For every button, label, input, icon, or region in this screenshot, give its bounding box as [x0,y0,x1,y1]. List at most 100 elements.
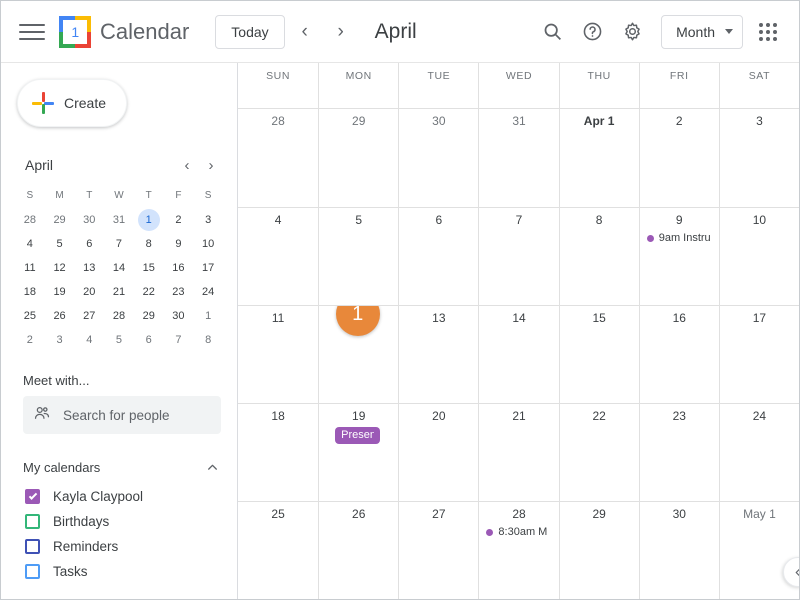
help-icon[interactable] [575,15,609,49]
day-cell[interactable]: 28 [238,109,318,207]
mini-calendar-day[interactable]: 19 [45,281,75,303]
mini-calendar-day[interactable]: 5 [45,233,75,255]
mini-calendar-day[interactable]: 12 [45,257,75,279]
day-cell[interactable]: 13 [398,306,478,403]
search-for-people-field[interactable] [23,396,221,434]
mini-calendar-day[interactable]: 1 [193,305,223,327]
mini-calendar-day[interactable]: 2 [164,209,194,231]
mini-calendar-day[interactable]: 6 [74,233,104,255]
day-cell[interactable]: 14 [478,306,558,403]
previous-period-button[interactable]: ‹ [289,16,321,48]
day-cell[interactable]: 21 [478,404,558,501]
next-period-button[interactable]: › [325,16,357,48]
mini-calendar-day[interactable]: 16 [164,257,194,279]
day-cell[interactable]: 18 [238,404,318,501]
google-calendar-logo[interactable]: 1 [59,15,91,48]
calendar-checkbox[interactable] [25,539,40,554]
mini-calendar-day[interactable]: 4 [74,329,104,351]
mini-calendar-day[interactable]: 23 [164,281,194,303]
day-cell[interactable]: 25 [238,502,318,599]
day-cell[interactable]: 4 [238,208,318,305]
mini-calendar-day[interactable]: 30 [74,209,104,231]
mini-calendar-day[interactable]: 6 [134,329,164,351]
mini-calendar-day[interactable]: 21 [104,281,134,303]
day-cell[interactable]: 29 [558,502,639,599]
mini-calendar-day[interactable]: 8 [193,329,223,351]
day-cell[interactable]: 31 [478,109,558,207]
view-select[interactable]: Month [661,14,743,49]
mini-calendar-day[interactable]: 3 [45,329,75,351]
calendar-list-item[interactable]: Tasks [1,559,237,584]
mini-calendar-day[interactable]: 15 [134,257,164,279]
day-cell[interactable]: 10 [718,208,799,305]
day-cell[interactable]: 23 [638,404,719,501]
mini-calendar-day[interactable]: 2 [15,329,45,351]
day-cell[interactable]: 20 [398,404,478,501]
my-calendars-header[interactable]: My calendars [23,456,223,478]
calendar-checkbox[interactable] [25,564,40,579]
mini-calendar-day[interactable]: 31 [104,209,134,231]
day-cell[interactable]: 9 9am Instru [638,208,719,305]
mini-calendar-day[interactable]: 4 [15,233,45,255]
mini-calendar-day[interactable]: 29 [45,209,75,231]
mini-calendar-day[interactable]: 28 [104,305,134,327]
mini-calendar-day[interactable]: 7 [104,233,134,255]
search-for-people-input[interactable] [61,406,211,424]
mini-calendar-day[interactable]: 22 [134,281,164,303]
mini-calendar-day[interactable]: 28 [15,209,45,231]
mini-calendar-day[interactable]: 8 [134,233,164,255]
day-cell[interactable]: 29 [318,109,398,207]
calendar-event[interactable]: 9am Instru [646,231,713,246]
day-cell[interactable]: 6 [398,208,478,305]
mini-calendar-day[interactable]: 17 [193,257,223,279]
mini-calendar-day[interactable]: 7 [164,329,194,351]
apps-grid-icon[interactable] [751,15,785,49]
day-cell[interactable]: 12 1 [318,306,398,403]
mini-calendar-day[interactable]: 14 [104,257,134,279]
mini-calendar-day[interactable]: 26 [45,305,75,327]
day-cell[interactable]: Apr 1 [558,109,639,207]
mini-calendar-day[interactable]: 27 [74,305,104,327]
mini-calendar-day[interactable]: 9 [164,233,194,255]
calendar-checkbox[interactable] [25,514,40,529]
day-cell[interactable]: 30 [398,109,478,207]
day-cell[interactable]: 3 [718,109,799,207]
gear-icon[interactable] [615,15,649,49]
mini-calendar-day[interactable]: 1 [137,209,160,231]
create-button[interactable]: Create [17,79,127,127]
mini-calendar-day[interactable]: 24 [193,281,223,303]
day-cell[interactable]: 15 [558,306,639,403]
day-cell[interactable]: 27 [398,502,478,599]
mini-calendar-day[interactable]: 25 [15,305,45,327]
day-cell[interactable]: 22 [558,404,639,501]
day-cell[interactable]: 2 [638,109,719,207]
day-cell[interactable]: 17 [718,306,799,403]
mini-calendar-day[interactable]: 3 [193,209,223,231]
day-cell[interactable]: 5 [318,208,398,305]
mini-calendar-day[interactable]: 11 [15,257,45,279]
mini-calendar-day[interactable]: 18 [15,281,45,303]
calendar-event[interactable]: Presentation [335,427,381,444]
today-button[interactable]: Today [215,14,285,49]
day-cell[interactable]: 7 [478,208,558,305]
day-cell[interactable]: 28 8:30am M [478,502,558,599]
day-cell[interactable]: 19 Presentation [318,404,398,501]
day-cell[interactable]: 16 [638,306,719,403]
day-cell[interactable]: 26 [318,502,398,599]
calendar-event[interactable]: 8:30am M [486,525,552,540]
mini-calendar-day[interactable]: 30 [164,305,194,327]
day-cell[interactable]: May 1 [718,502,799,599]
mini-calendar-day[interactable]: 29 [134,305,164,327]
calendar-list-item[interactable]: Reminders [1,534,237,559]
calendar-list-item[interactable]: Birthdays [1,509,237,534]
mini-calendar-prev-button[interactable]: ‹ [175,153,199,177]
mini-calendar-next-button[interactable]: › [199,153,223,177]
mini-calendar-day[interactable]: 20 [74,281,104,303]
mini-calendar-day[interactable]: 10 [193,233,223,255]
mini-calendar-day[interactable]: 5 [104,329,134,351]
day-cell[interactable]: 24 [718,404,799,501]
hamburger-icon[interactable] [19,19,45,45]
day-cell[interactable]: 8 [558,208,639,305]
calendar-list-item[interactable]: Kayla Claypool [1,484,237,509]
day-cell[interactable]: 11 [238,306,318,403]
